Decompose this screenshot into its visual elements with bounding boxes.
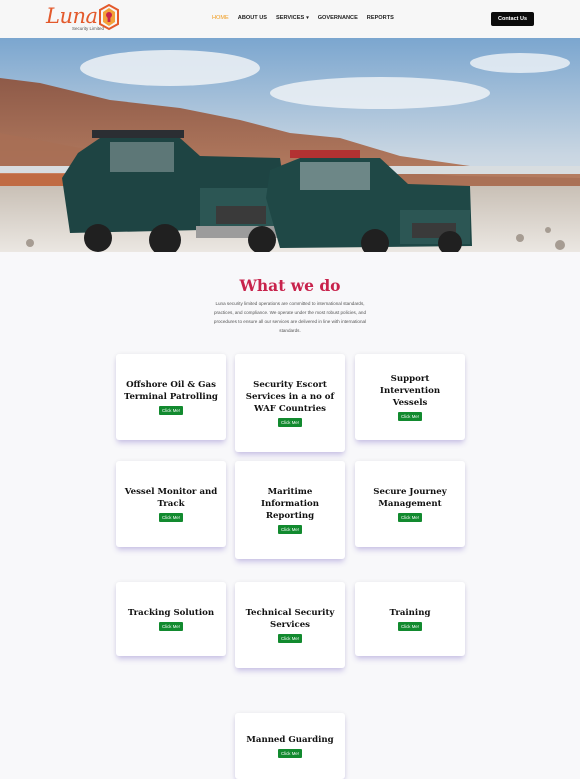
- click-me-button[interactable]: Click Me!: [158, 513, 184, 522]
- hero-image: [0, 38, 580, 252]
- service-card-title: Vessel Monitor and Track: [124, 487, 218, 509]
- service-card-offshore[interactable]: Offshore Oil & Gas Terminal Patrolling C…: [116, 354, 226, 440]
- service-card-escort[interactable]: Security Escort Services in a no of WAF …: [235, 354, 345, 452]
- nav-reports[interactable]: REPORTS: [367, 15, 394, 21]
- shield-keyhole-icon: [99, 4, 119, 31]
- main-nav: HOME ABOUT US SERVICES ▾ GOVERNANCE REPOR…: [212, 15, 403, 21]
- service-card-training[interactable]: Training Click Me!: [355, 582, 465, 656]
- desert-landcruisers-photo: [0, 38, 580, 252]
- nav-services-label: SERVICES: [276, 15, 305, 21]
- service-card-manned-guarding[interactable]: Manned Guarding Click Me!: [235, 713, 345, 779]
- service-card-title: Support Intervention Vessels: [379, 374, 441, 408]
- service-card-title: Tracking Solution: [127, 608, 215, 618]
- site-header: Luna Security Limited HOME ABOUT US SERV…: [0, 0, 580, 38]
- section-title: What we do: [239, 276, 341, 295]
- service-card-title: Technical Security Services: [245, 608, 335, 630]
- section-description: Luna security limited operations are com…: [213, 301, 367, 333]
- nav-services[interactable]: SERVICES ▾: [276, 15, 309, 21]
- service-card-title: Security Escort Services in a no of WAF …: [245, 380, 335, 414]
- service-card-title: Manned Guarding: [246, 735, 334, 745]
- nav-governance[interactable]: GOVERNANCE: [318, 15, 358, 21]
- service-card-title: Training: [389, 608, 431, 618]
- service-card-journey-management[interactable]: Secure Journey Management Click Me!: [355, 461, 465, 547]
- click-me-button[interactable]: Click Me!: [397, 622, 423, 631]
- click-me-button[interactable]: Click Me!: [277, 749, 303, 758]
- click-me-button[interactable]: Click Me!: [397, 513, 423, 522]
- click-me-button[interactable]: Click Me!: [158, 622, 184, 631]
- service-card-title: Offshore Oil & Gas Terminal Patrolling: [124, 380, 218, 402]
- site-logo[interactable]: Luna Security Limited: [46, 2, 122, 36]
- logo-text: Luna: [46, 4, 98, 28]
- service-card-title: Secure Journey Management: [373, 487, 447, 509]
- chevron-down-icon: ▾: [306, 15, 309, 21]
- contact-us-button[interactable]: Contact Us: [491, 12, 534, 26]
- service-card-technical-security[interactable]: Technical Security Services Click Me!: [235, 582, 345, 668]
- click-me-button[interactable]: Click Me!: [277, 634, 303, 643]
- service-card-support-vessels[interactable]: Support Intervention Vessels Click Me!: [355, 354, 465, 440]
- service-card-tracking[interactable]: Tracking Solution Click Me!: [116, 582, 226, 656]
- click-me-button[interactable]: Click Me!: [277, 525, 303, 534]
- nav-home[interactable]: HOME: [212, 15, 229, 21]
- click-me-button[interactable]: Click Me!: [158, 406, 184, 415]
- service-card-title: Maritime Information Reporting: [260, 487, 320, 521]
- nav-about-us[interactable]: ABOUT US: [238, 15, 267, 21]
- click-me-button[interactable]: Click Me!: [277, 418, 303, 427]
- service-card-vessel-monitor[interactable]: Vessel Monitor and Track Click Me!: [116, 461, 226, 547]
- service-card-maritime-info[interactable]: Maritime Information Reporting Click Me!: [235, 461, 345, 559]
- click-me-button[interactable]: Click Me!: [397, 412, 423, 421]
